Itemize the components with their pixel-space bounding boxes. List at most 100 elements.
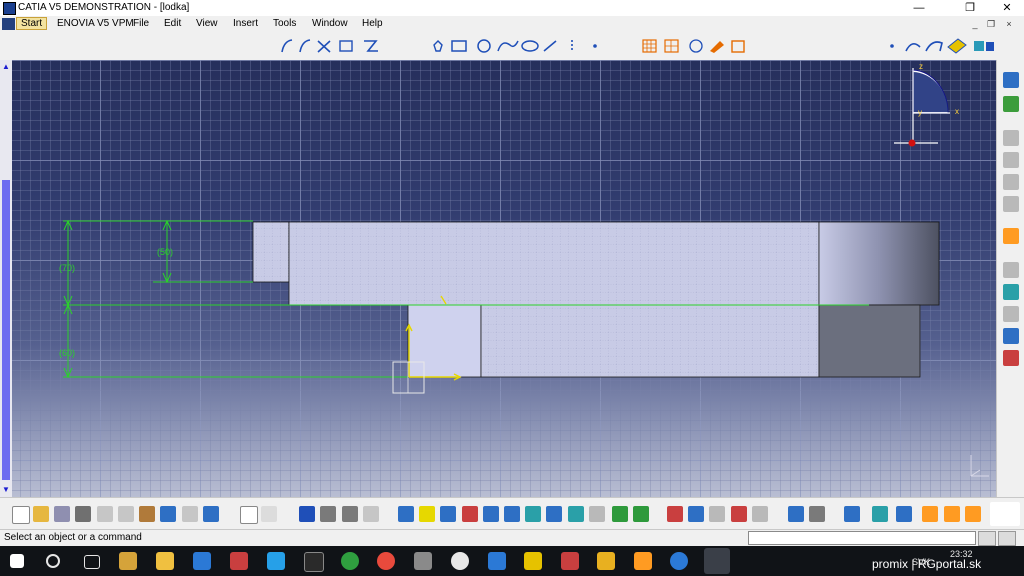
sketch-plane-icon[interactable] bbox=[788, 506, 804, 522]
part-lower-end-face[interactable] bbox=[818, 304, 921, 378]
table-icon[interactable] bbox=[299, 506, 315, 522]
part-lower-face[interactable] bbox=[480, 304, 820, 378]
pocket-icon[interactable] bbox=[1003, 152, 1019, 168]
command-input[interactable] bbox=[748, 531, 976, 545]
constraint-tool-icon[interactable] bbox=[1003, 328, 1019, 344]
constraint-icon[interactable] bbox=[1003, 262, 1019, 278]
vertical-scrollbar[interactable]: ▲ ▼ bbox=[0, 60, 12, 497]
menu-help[interactable]: Help bbox=[362, 18, 383, 29]
part-step-face[interactable] bbox=[252, 221, 290, 283]
restore-button[interactable]: ❐ bbox=[955, 0, 985, 16]
redo-icon[interactable] bbox=[182, 506, 198, 522]
shading-icon[interactable] bbox=[568, 506, 584, 522]
save-icon[interactable] bbox=[54, 506, 70, 522]
app-icon[interactable] bbox=[414, 552, 432, 570]
menu-insert[interactable]: Insert bbox=[233, 18, 258, 29]
rotate-icon[interactable] bbox=[462, 506, 478, 522]
catia-icon[interactable] bbox=[704, 548, 730, 574]
undo-icon[interactable] bbox=[160, 506, 176, 522]
part-upper-end-face[interactable] bbox=[818, 221, 940, 306]
open-icon[interactable] bbox=[33, 506, 49, 522]
app4-icon[interactable] bbox=[670, 552, 688, 570]
start-icon[interactable] bbox=[10, 554, 24, 568]
scroll-down-icon[interactable]: ▼ bbox=[1, 485, 11, 495]
windows-store-icon[interactable] bbox=[267, 552, 285, 570]
iso-view-icon[interactable] bbox=[546, 506, 562, 522]
app2-icon[interactable] bbox=[488, 552, 506, 570]
dimension-60[interactable]: (60) bbox=[59, 348, 75, 358]
sketch-canvas[interactable]: (70) (50) (60) z x y bbox=[0, 60, 1024, 497]
app3-icon[interactable] bbox=[561, 552, 579, 570]
media-icon[interactable] bbox=[193, 552, 211, 570]
store-icon[interactable] bbox=[156, 552, 174, 570]
chrome-icon[interactable] bbox=[377, 552, 395, 570]
dimensional-constraint-icon[interactable] bbox=[752, 506, 768, 522]
tools-icon[interactable] bbox=[944, 506, 960, 522]
normal-view-icon[interactable] bbox=[525, 506, 541, 522]
shaft-icon[interactable] bbox=[1003, 174, 1019, 190]
swap-space-icon[interactable] bbox=[612, 506, 628, 522]
doc-minimize-button[interactable]: _ bbox=[968, 18, 982, 30]
doc-restore-button[interactable]: ❐ bbox=[984, 18, 998, 30]
zoom-out-icon[interactable] bbox=[504, 506, 520, 522]
view-mode-icon[interactable] bbox=[896, 506, 912, 522]
close-button[interactable]: ✕ bbox=[992, 0, 1022, 16]
itunes-icon[interactable] bbox=[451, 552, 469, 570]
comment-icon[interactable] bbox=[261, 506, 277, 522]
menu-file[interactable]: File bbox=[133, 18, 149, 29]
task-view-icon[interactable] bbox=[84, 555, 100, 569]
catalog-icon[interactable] bbox=[320, 506, 336, 522]
exit-workbench-icon[interactable] bbox=[1003, 72, 1019, 88]
zoom-in-icon[interactable] bbox=[483, 506, 499, 522]
apply-icon[interactable] bbox=[965, 506, 981, 522]
operation-icon[interactable] bbox=[1003, 306, 1019, 322]
measure-icon[interactable] bbox=[363, 506, 379, 522]
construction-icon[interactable] bbox=[709, 506, 725, 522]
autodesk-icon[interactable] bbox=[634, 552, 652, 570]
snap-icon[interactable] bbox=[667, 506, 683, 522]
pad-icon[interactable] bbox=[1003, 130, 1019, 146]
edge-icon[interactable] bbox=[230, 552, 248, 570]
grid-icon[interactable] bbox=[688, 506, 704, 522]
fly-mode-icon[interactable] bbox=[398, 506, 414, 522]
fit-all-icon[interactable] bbox=[419, 506, 435, 522]
profile-tools-icons[interactable] bbox=[278, 37, 398, 55]
paste-icon[interactable] bbox=[139, 506, 155, 522]
formula-icon[interactable] bbox=[240, 506, 258, 524]
print-icon[interactable] bbox=[75, 506, 91, 522]
doc-close-button[interactable]: × bbox=[1002, 18, 1016, 30]
dimension-50[interactable]: (50) bbox=[157, 247, 173, 257]
dimension-70[interactable]: (70) bbox=[59, 263, 75, 273]
scroll-thumb[interactable] bbox=[2, 180, 10, 480]
geometry-viewport[interactable]: (70) (50) (60) z x y bbox=[0, 60, 1024, 497]
body-icon[interactable] bbox=[872, 506, 888, 522]
cut-part-icon[interactable] bbox=[809, 506, 825, 522]
menu-window[interactable]: Window bbox=[312, 18, 348, 29]
new-icon[interactable] bbox=[12, 506, 30, 524]
render-icon[interactable] bbox=[633, 506, 649, 522]
status-button-1[interactable] bbox=[978, 531, 996, 546]
mail-icon[interactable] bbox=[304, 552, 324, 572]
menu-enovia[interactable]: ENOVIA V5 VPM bbox=[57, 18, 134, 29]
pan-icon[interactable] bbox=[440, 506, 456, 522]
select-icon[interactable] bbox=[1003, 228, 1019, 244]
sketch-icon[interactable] bbox=[1003, 96, 1019, 112]
sketch-view-icons[interactable] bbox=[886, 37, 996, 55]
part-pocket-face[interactable] bbox=[407, 304, 482, 378]
analysis-icon[interactable] bbox=[1003, 350, 1019, 366]
minimize-button[interactable]: — bbox=[904, 0, 934, 16]
file-explorer-icon[interactable] bbox=[119, 552, 137, 570]
status-button-2[interactable] bbox=[998, 531, 1016, 546]
material-icon[interactable] bbox=[922, 506, 938, 522]
filezilla-icon[interactable] bbox=[524, 552, 542, 570]
search-icon[interactable] bbox=[46, 554, 60, 568]
part-upper-face[interactable] bbox=[288, 221, 820, 306]
profile-icon[interactable] bbox=[1003, 284, 1019, 300]
whats-this-icon[interactable] bbox=[203, 506, 219, 522]
cut-icon[interactable] bbox=[97, 506, 113, 522]
sketch-constraint-icons[interactable] bbox=[640, 37, 750, 55]
copy-icon[interactable] bbox=[118, 506, 134, 522]
menu-view[interactable]: View bbox=[196, 18, 218, 29]
menu-start[interactable]: Start bbox=[16, 17, 48, 30]
knowledge-icon[interactable] bbox=[342, 506, 358, 522]
